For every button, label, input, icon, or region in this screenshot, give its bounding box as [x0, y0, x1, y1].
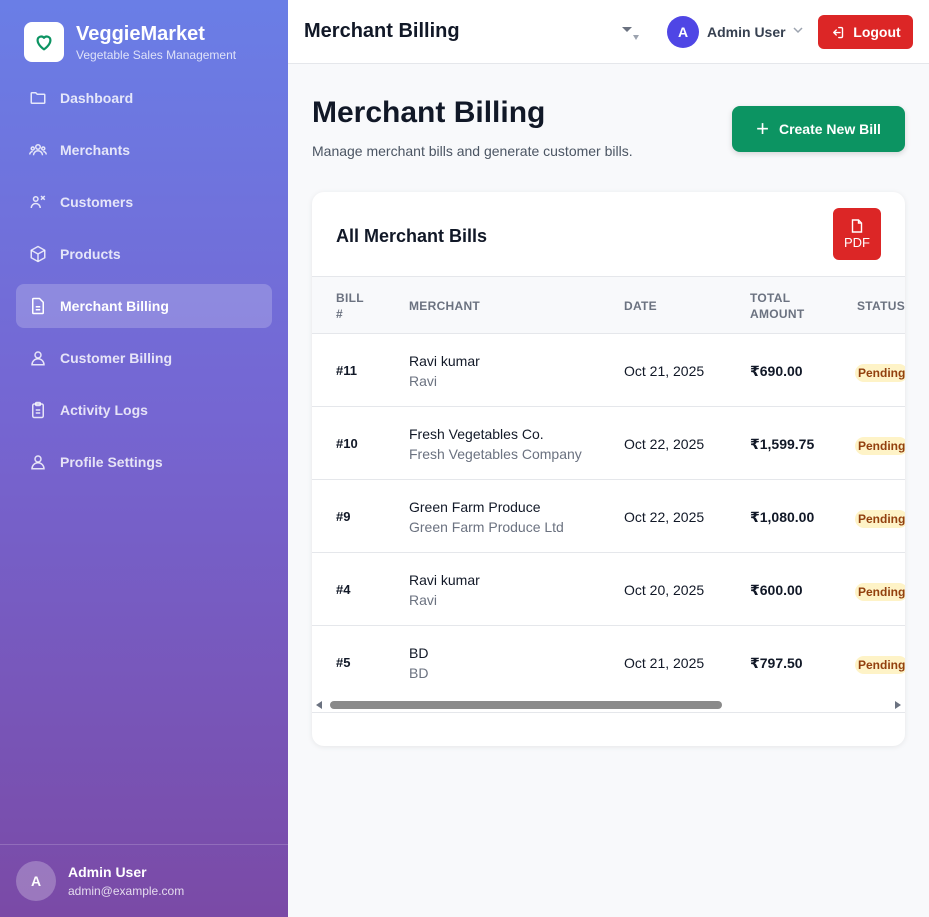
user-x-icon — [28, 192, 48, 212]
pdf-export-button[interactable]: PDF — [833, 208, 881, 260]
bill-amount: ₹600.00 — [750, 582, 803, 598]
status-badge: Pending — [855, 656, 905, 674]
sidebar-item-label: Customers — [60, 194, 134, 210]
box-icon — [28, 244, 48, 264]
heart-logo-icon — [24, 22, 64, 62]
users-icon — [28, 140, 48, 160]
bill-date: Oct 20, 2025 — [624, 582, 705, 598]
document-icon — [28, 296, 48, 316]
sidebar-item-label: Merchant Billing — [60, 298, 169, 314]
plus-icon: + — [756, 116, 769, 141]
sidebar-item-label: Activity Logs — [60, 402, 148, 418]
status-badge: Pending — [855, 364, 905, 382]
folder-icon — [28, 88, 48, 108]
sidebar-item-customers[interactable]: Customers — [16, 180, 272, 224]
sidebar: VeggieMarket Vegetable Sales Management … — [0, 0, 288, 917]
merchant-company: Green Farm Produce Ltd — [409, 519, 564, 535]
create-new-bill-label: Create New Bill — [778, 121, 881, 137]
bill-date: Oct 22, 2025 — [624, 509, 705, 525]
chevron-down-icon — [792, 23, 804, 41]
table-row[interactable]: #10 Fresh Vegetables Co. Fresh Vegetable… — [312, 407, 905, 480]
table-header: BILL # MERCHANT DATE TOTAL AMOUNT STATUS — [312, 276, 905, 334]
sidebar-item-label: Dashboard — [60, 90, 134, 106]
merchant-name: Green Farm Produce — [409, 499, 541, 515]
sidebar-user-name: Admin User — [68, 864, 147, 880]
card-title: All Merchant Bills — [336, 226, 488, 246]
logout-button[interactable]: Logout — [818, 15, 913, 49]
merchant-company: Ravi — [409, 373, 438, 389]
horizontal-scrollbar[interactable] — [312, 697, 905, 713]
scroll-right-icon[interactable] — [895, 701, 901, 709]
status-badge: Pending — [855, 510, 905, 528]
sidebar-item-label: Products — [60, 246, 121, 262]
topbar-title: Merchant Billing — [304, 20, 460, 42]
bill-number: #9 — [336, 509, 351, 524]
sidebar-item-products[interactable]: Products — [16, 232, 272, 276]
user-name: Admin User — [707, 24, 786, 40]
logout-icon — [833, 26, 844, 38]
clipboard-icon — [28, 400, 48, 420]
col-total-amount-header: TOTAL AMOUNT — [750, 291, 805, 321]
merchant-name: Fresh Vegetables Co. — [409, 426, 544, 442]
sidebar-item-merchant-billing[interactable]: Merchant Billing — [16, 284, 272, 328]
bill-number: #11 — [336, 363, 357, 378]
user-icon — [28, 452, 48, 472]
avatar: A — [667, 16, 699, 48]
table-row[interactable]: #9 Green Farm Produce Green Farm Produce… — [312, 480, 905, 553]
bill-amount: ₹690.00 — [750, 363, 803, 379]
user-icon — [28, 348, 48, 368]
sidebar-item-profile-settings[interactable]: Profile Settings — [16, 440, 272, 484]
merchant-name: Ravi kumar — [409, 353, 480, 369]
merchant-company: Ravi — [409, 592, 438, 608]
table-row[interactable]: #11 Ravi kumar Ravi Oct 21, 2025 ₹690.00… — [312, 334, 905, 407]
table-row[interactable]: #4 Ravi kumar Ravi Oct 20, 2025 ₹600.00 … — [312, 553, 905, 626]
bill-number: #5 — [336, 655, 351, 670]
bill-date: Oct 21, 2025 — [624, 363, 705, 379]
col-merchant-header: MERCHANT — [409, 299, 481, 313]
merchant-company: BD — [409, 665, 429, 681]
bill-date: Oct 21, 2025 — [624, 655, 705, 671]
bill-amount: ₹1,599.75 — [750, 436, 815, 452]
table-row[interactable]: #5 BD BD Oct 21, 2025 ₹797.50 Pending — [312, 626, 905, 699]
topbar: Merchant Billing A Admin User Logout — [288, 0, 929, 64]
sidebar-user-card[interactable]: A Admin User admin@example.com — [0, 844, 288, 917]
col-date-header: DATE — [624, 299, 657, 313]
filter-icon[interactable] — [620, 24, 640, 49]
page-title: Merchant Billing — [312, 96, 546, 129]
sidebar-item-merchants[interactable]: Merchants — [16, 128, 272, 172]
bill-date: Oct 22, 2025 — [624, 436, 705, 452]
page-subtitle: Manage merchant bills and generate custo… — [312, 143, 633, 159]
bill-amount: ₹797.50 — [750, 655, 803, 671]
avatar: A — [16, 861, 56, 901]
sidebar-item-activity-logs[interactable]: Activity Logs — [16, 388, 272, 432]
sidebar-user-email: admin@example.com — [68, 884, 185, 898]
col-status-header: STATUS — [857, 299, 905, 313]
create-new-bill-button[interactable]: + Create New Bill — [732, 106, 905, 152]
brand-subtitle: Vegetable Sales Management — [76, 48, 237, 62]
merchant-name: Ravi kumar — [409, 572, 480, 588]
col-bill-header: BILL # — [336, 291, 364, 321]
file-icon — [851, 218, 863, 233]
logout-label: Logout — [853, 24, 901, 40]
scroll-left-icon[interactable] — [316, 701, 322, 709]
merchant-bills-card: All Merchant Bills PDF BILL # MERCHANT DA… — [312, 192, 905, 746]
bill-number: #10 — [336, 436, 358, 451]
scrollbar-thumb[interactable] — [330, 701, 722, 709]
pdf-label: PDF — [844, 234, 870, 250]
sidebar-item-label: Profile Settings — [60, 454, 163, 470]
bill-amount: ₹1,080.00 — [750, 509, 815, 525]
sidebar-item-label: Merchants — [60, 142, 131, 158]
status-badge: Pending — [855, 583, 905, 601]
sidebar-item-dashboard[interactable]: Dashboard — [16, 76, 272, 120]
sidebar-item-label: Customer Billing — [60, 350, 173, 366]
merchant-company: Fresh Vegetables Company — [409, 446, 582, 462]
sidebar-item-customer-billing[interactable]: Customer Billing — [16, 336, 272, 380]
merchant-name: BD — [409, 645, 429, 661]
bill-number: #4 — [336, 582, 351, 597]
status-badge: Pending — [855, 437, 905, 455]
sidebar-nav: Dashboard Merchants Customers Products M… — [16, 76, 272, 492]
brand[interactable]: VeggieMarket Vegetable Sales Management — [24, 22, 236, 62]
user-menu[interactable]: A Admin User — [667, 16, 804, 48]
brand-name: VeggieMarket — [76, 23, 205, 45]
